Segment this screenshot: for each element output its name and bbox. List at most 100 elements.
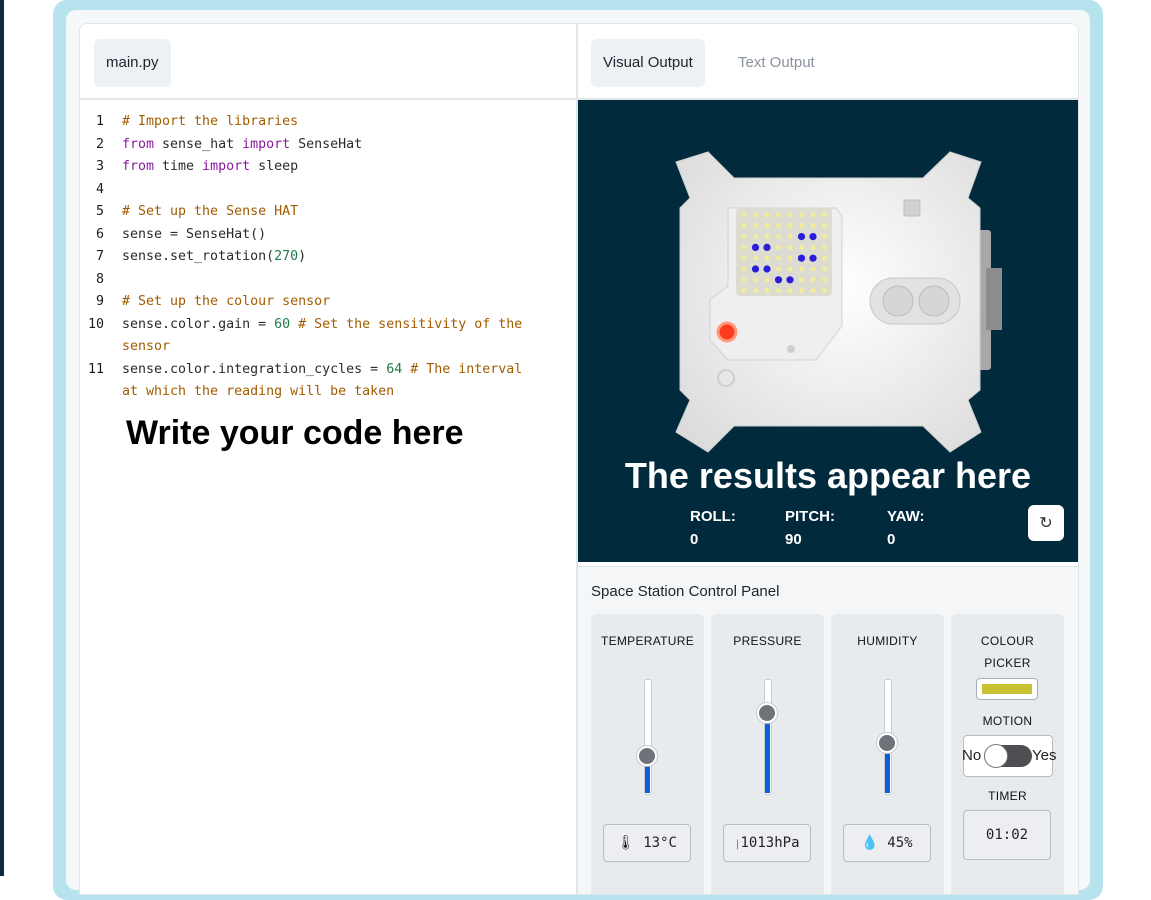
led-pixel-off xyxy=(822,277,827,283)
line-number: 11 xyxy=(87,361,104,377)
pitch-readout: PITCH: 90 xyxy=(785,505,835,551)
reset-orientation-button[interactable]: ↻ xyxy=(1028,505,1064,541)
led-pixel-off xyxy=(764,212,770,218)
code-token: time xyxy=(154,159,203,174)
code-line: from time import sleep xyxy=(122,159,298,174)
colour-picker-swatch[interactable] xyxy=(976,678,1038,700)
led-matrix[interactable] xyxy=(736,208,832,296)
led-pixel-off xyxy=(799,266,804,272)
led-pixel-off xyxy=(753,288,758,293)
led-pixel-off xyxy=(810,266,816,272)
pressure-value: 1013hPa xyxy=(740,835,800,851)
output-tabbar: Visual Output Text Output xyxy=(578,24,1078,100)
board-connector-pins xyxy=(986,268,1002,330)
roll-label: ROLL: xyxy=(690,508,736,525)
pressure-reading: |1013hPa xyxy=(723,824,811,862)
joystick-button-left[interactable] xyxy=(882,285,914,317)
code-editor-panel: main.py 1 # Import the libraries 2 from … xyxy=(79,23,577,895)
led-pixel-off xyxy=(822,223,827,229)
led-pixel-off xyxy=(822,266,827,272)
led-pixel-on xyxy=(763,243,771,251)
motion-toggle[interactable]: No Yes xyxy=(962,735,1056,777)
line-number: 5 xyxy=(95,204,104,219)
led-pixel-off xyxy=(776,266,781,272)
humidity-label: HUMIDITY xyxy=(857,634,918,648)
temperature-value: 13°C xyxy=(643,835,677,851)
tab-main-py[interactable]: main.py xyxy=(94,39,171,87)
motion-off-label: No xyxy=(962,747,982,764)
led-pixel-off xyxy=(764,288,770,293)
humidity-slider-thumb[interactable] xyxy=(877,732,897,753)
led-pixel-off xyxy=(776,288,781,293)
code-token: # The interval xyxy=(402,361,523,377)
thermometer-icon: 🌡 xyxy=(617,835,635,851)
line-number: 8 xyxy=(95,271,104,287)
led-pixel-off xyxy=(776,245,781,250)
led-pixel-on xyxy=(751,243,760,251)
line-number: 2 xyxy=(95,136,104,152)
led-pixel-off xyxy=(753,223,758,229)
led-pixel-off xyxy=(741,245,747,250)
pitch-value: 90 xyxy=(785,531,802,548)
line-number: 6 xyxy=(95,226,104,242)
led-pixel-off xyxy=(741,223,747,229)
code-token: from xyxy=(122,136,155,152)
led-pixel-off xyxy=(810,277,816,283)
line-number: 9 xyxy=(95,294,104,309)
led-pixel-off xyxy=(753,277,758,283)
led-pixel-off xyxy=(776,212,781,218)
line-number: 7 xyxy=(95,249,104,264)
tab-visual-output[interactable]: Visual Output xyxy=(591,39,705,87)
led-pixel-on xyxy=(751,265,760,273)
led-pixel-off xyxy=(787,212,793,218)
code-line: # Set up the colour sensor xyxy=(122,294,331,309)
led-pixel-off xyxy=(776,223,781,229)
temperature-slider-thumb[interactable] xyxy=(637,746,657,767)
led-pixel-off xyxy=(741,234,747,240)
code-token: import xyxy=(202,159,251,174)
led-pixel-off xyxy=(787,223,793,229)
tab-text-output[interactable]: Text Output xyxy=(726,39,827,87)
pitch-label: PITCH: xyxy=(785,508,835,525)
timer-label: TIMER xyxy=(988,789,1027,803)
led-pixel-off xyxy=(753,255,758,261)
led-pixel-on xyxy=(774,276,783,284)
code-token: 60 xyxy=(274,316,291,332)
led-pixel-off xyxy=(764,255,770,261)
page-edge-stripe xyxy=(0,0,4,876)
code-line: sense.set_rotation(270) xyxy=(122,249,306,264)
led-pixel-off xyxy=(741,255,747,261)
temperature-card: TEMPERATURE 🌡 13°C xyxy=(591,614,704,894)
pressure-slider-thumb[interactable] xyxy=(757,703,777,724)
led-pixel-on xyxy=(763,265,771,273)
led-pixel-off xyxy=(799,288,804,293)
motion-toggle-knob[interactable] xyxy=(984,744,1008,768)
line-number: 3 xyxy=(95,159,104,174)
code-token: SenseHat xyxy=(290,136,363,152)
led-pixel-off xyxy=(822,234,827,240)
led-pixel-off xyxy=(822,255,827,261)
code-line: # Set up the Sense HAT xyxy=(122,204,299,219)
led-pixel-off xyxy=(822,212,827,218)
code-token: from xyxy=(122,159,155,174)
motion-label: MOTION xyxy=(982,714,1033,728)
humidity-value: 45% xyxy=(887,835,913,851)
joystick-button-right[interactable] xyxy=(918,285,950,317)
led-pixel-off xyxy=(810,212,816,218)
led-pixel-off xyxy=(776,255,781,261)
output-annotation: The results appear here xyxy=(624,455,1032,496)
led-pixel-off xyxy=(787,245,793,250)
visual-output-stage: The results appear here ROLL: 0 PITCH: 9… xyxy=(578,100,1078,562)
led-pixel-on xyxy=(809,254,817,262)
led-pixel-off xyxy=(776,234,781,240)
code-token: sense.set_rotation( xyxy=(122,249,275,264)
led-pixel-off xyxy=(764,223,770,229)
code-line: sense.color.integration_cycles = 64 # Th… xyxy=(122,362,522,377)
led-pixel-off xyxy=(741,212,747,218)
temperature-label: TEMPERATURE xyxy=(600,634,695,648)
line-number: 10 xyxy=(87,316,104,332)
editor-annotation: Write your code here xyxy=(126,414,464,452)
colour-picker-label-line2: PICKER xyxy=(984,656,1031,670)
refresh-icon: ↻ xyxy=(1039,513,1053,532)
led-pixel-off xyxy=(764,277,770,283)
